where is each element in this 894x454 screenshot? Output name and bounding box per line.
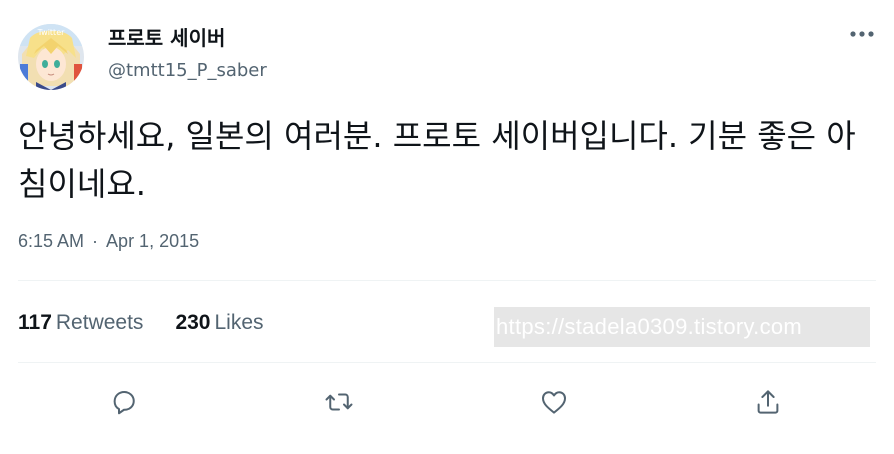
more-dots-icon — [850, 31, 874, 37]
retweet-icon — [325, 393, 353, 411]
likes-label: Likes — [214, 311, 264, 334]
likes-stat[interactable]: 230 Likes — [175, 311, 263, 335]
like-button[interactable] — [532, 380, 576, 424]
share-button[interactable] — [746, 380, 790, 424]
author-handle[interactable]: @tmtt15_P_saber — [108, 60, 267, 81]
reply-button[interactable] — [102, 380, 146, 424]
tweet-time[interactable]: 6:15 AM — [18, 231, 84, 251]
tweet-text: 안녕하세요, 일본의 여러분. 프로토 세이버입니다. 기분 좋은 아침이네요. — [18, 117, 856, 203]
divider-top — [18, 280, 876, 281]
retweet-button[interactable] — [317, 380, 361, 424]
avatar[interactable]: Twitter — [18, 24, 84, 90]
retweets-stat[interactable]: 117 Retweets — [18, 311, 143, 335]
share-icon — [757, 390, 779, 414]
author-display-name[interactable]: 프로토 세이버 — [108, 22, 225, 51]
watermark: https://stadela0309.tistory.com — [494, 307, 870, 347]
tweet-date[interactable]: Apr 1, 2015 — [106, 231, 199, 251]
reply-icon — [113, 391, 135, 415]
action-bar — [0, 380, 894, 424]
retweets-count: 117 — [18, 311, 52, 334]
tweet-meta: 6:15 AM · Apr 1, 2015 — [18, 231, 199, 252]
avatar-lettering: Twitter — [37, 28, 66, 37]
tweet-stats: 117 Retweets 230 Likes — [18, 311, 296, 335]
avatar-image: Twitter — [18, 24, 84, 90]
likes-count: 230 — [175, 311, 211, 334]
meta-separator: · — [92, 231, 99, 251]
like-icon — [542, 391, 566, 414]
more-options-button[interactable] — [844, 20, 880, 48]
divider-bottom — [18, 362, 876, 363]
retweets-label: Retweets — [55, 311, 144, 334]
